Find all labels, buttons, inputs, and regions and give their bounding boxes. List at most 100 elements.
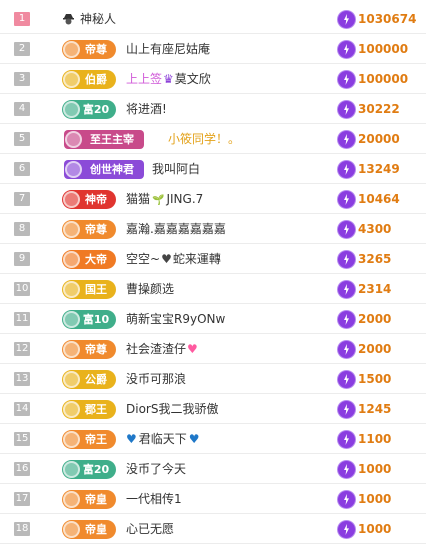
user-name-text-2: JING.7 (166, 192, 204, 206)
user-name: 上上签♛莫文欣 (126, 64, 211, 94)
rank-badge: 6 (14, 162, 30, 176)
user-name: 猫猫 🌱 JING.7 (126, 184, 203, 216)
leaderboard-row[interactable]: 7 神帝 猫猫 🌱 JING.7 10464 (0, 184, 426, 214)
leaderboard-list: 1 神秘人 1030674 2 帝尊 山上有座尼姑庵 100000 3 伯爵 上上签♛莫文欣 100… (0, 4, 426, 544)
leaderboard-row[interactable]: 15 帝王 ♥ 君临天下 ♥ 1100 (0, 424, 426, 454)
badge-emblem-icon (63, 341, 80, 358)
user-name: 没币了今天 (126, 454, 186, 484)
badge-emblem-icon (63, 191, 80, 208)
lightning-coin-icon (338, 251, 355, 268)
level-badge: 国王 (62, 280, 116, 299)
level-badge-label: 富20 (82, 103, 110, 116)
badge-emblem-icon (63, 461, 80, 478)
leaderboard-row[interactable]: 2 帝尊 山上有座尼姑庵 100000 (0, 34, 426, 64)
lightning-coin-icon (338, 371, 355, 388)
user-name-text: DiorS我二我骄傲 (126, 402, 219, 416)
leaderboard-row[interactable]: 10 国王 曹操颜选 2314 (0, 274, 426, 304)
level-badge-label: 公爵 (85, 373, 107, 386)
level-badge-label: 至王主宰 (90, 133, 134, 146)
leaderboard-row[interactable]: 8 帝尊 嘉瀚.嘉嘉嘉嘉嘉嘉 4300 (0, 214, 426, 244)
leaderboard-row[interactable]: 12 帝尊 社会渣渣仔♥ 2000 (0, 334, 426, 364)
lightning-coin-icon (338, 131, 355, 148)
level-badge-label: 创世神君 (90, 163, 134, 176)
rank-badge: 10 (14, 282, 30, 296)
user-name: 社会渣渣仔♥ (126, 334, 198, 364)
user-name-text: 小筱同学！。 (168, 132, 241, 146)
user-name: 曹操颜选 (126, 274, 174, 304)
rank-badge: 2 (14, 42, 30, 56)
lightning-coin-icon (338, 71, 355, 88)
user-name: 将进酒! (126, 94, 167, 124)
heart-icon: ♥ (187, 342, 198, 356)
level-badge: 大帝 (62, 250, 116, 269)
level-badge-label: 国王 (85, 283, 107, 296)
rank-badge: 11 (14, 312, 30, 326)
leaderboard-row[interactable]: 13 公爵 没币可那浪 1500 (0, 364, 426, 394)
rank-badge: 9 (14, 252, 30, 266)
leaderboard-row[interactable]: 11 富10 萌新宝宝R9yONw 2000 (0, 304, 426, 334)
user-name-text: 君临天下 (138, 432, 187, 446)
level-badge: 帝王 (62, 430, 116, 449)
leaderboard-row[interactable]: 18 帝皇 心已无愿 1000 (0, 514, 426, 544)
level-badge-label: 富20 (82, 463, 110, 476)
rank-badge: 12 (14, 342, 30, 356)
badge-emblem-icon (65, 161, 82, 178)
badge-emblem-icon (65, 131, 82, 148)
level-badge: 至王主宰 (64, 130, 144, 149)
badge-emblem-icon (63, 101, 80, 118)
lightning-coin-icon (338, 491, 355, 508)
badge-emblem-icon (63, 311, 80, 328)
user-name-text: 没币了今天 (126, 462, 187, 476)
level-badge-label: 神帝 (85, 193, 107, 206)
level-badge: 帝尊 (62, 340, 116, 359)
level-badge: 神帝 (62, 190, 116, 209)
badge-emblem-icon (63, 221, 80, 238)
leaderboard-row[interactable]: 14 郡王 DiorS我二我骄傲 1245 (0, 394, 426, 424)
coin-amount: 3265 (358, 252, 392, 266)
leaderboard-row[interactable]: 17 帝皇 一代相传1 1000 (0, 484, 426, 514)
user-name-text: 空空~ (126, 252, 161, 266)
coin-amount: 1245 (358, 402, 392, 416)
leaderboard-row[interactable]: 4 富20 将进酒! 30222 (0, 94, 426, 124)
user-name: 一代相传1 (126, 484, 182, 514)
level-badge-label: 大帝 (85, 253, 107, 266)
badge-emblem-icon (63, 401, 80, 418)
user-name-text: 我叫阿白 (152, 162, 201, 176)
leaderboard-row[interactable]: 1 神秘人 1030674 (0, 4, 426, 34)
coin-amount: 1000 (358, 492, 392, 506)
lightning-coin-icon (338, 221, 355, 238)
level-badge: 帝皇 (62, 490, 116, 509)
lightning-coin-icon (338, 101, 355, 118)
rank-badge: 5 (14, 132, 30, 146)
leaderboard-row[interactable]: 6 创世神君 我叫阿白 13249 (0, 154, 426, 184)
coin-amount: 13249 (358, 162, 400, 176)
user-name: 小筱同学！。 (168, 124, 240, 154)
user-name-text-2: 蛇来運轉 (172, 252, 221, 266)
coin-amount: 1100 (358, 432, 392, 446)
badge-emblem-icon (63, 521, 80, 538)
lightning-coin-icon (338, 191, 355, 208)
level-badge-label: 帝尊 (85, 223, 107, 236)
user-name-text: 嘉瀚.嘉嘉嘉嘉嘉嘉 (126, 222, 226, 236)
leaderboard-row[interactable]: 9 大帝 空空~♥蛇来運轉 3265 (0, 244, 426, 274)
user-name: ♥ 君临天下 ♥ (126, 424, 200, 454)
user-name: 嘉瀚.嘉嘉嘉嘉嘉嘉 (126, 214, 226, 244)
leaderboard-row[interactable]: 3 伯爵 上上签♛莫文欣 100000 (0, 64, 426, 94)
leaderboard-row[interactable]: 16 富20 没币了今天 1000 (0, 454, 426, 484)
level-badge-label: 帝皇 (85, 493, 107, 506)
heart-icon: ♥ (126, 432, 137, 446)
level-badge-label: 伯爵 (85, 73, 107, 86)
coin-amount: 100000 (358, 72, 409, 86)
level-badge: 富10 (62, 310, 116, 329)
rank-badge: 8 (14, 222, 30, 236)
user-name: 心已无愿 (126, 514, 174, 544)
lightning-coin-icon (338, 521, 355, 538)
lightning-coin-icon (338, 311, 355, 328)
rank-badge: 13 (14, 372, 30, 386)
badge-emblem-icon (63, 41, 80, 58)
level-badge: 帝尊 (62, 40, 116, 59)
user-name-text: 将进酒! (126, 102, 167, 116)
user-name: 我叫阿白 (152, 154, 200, 184)
user-name-text: 社会渣渣仔 (126, 342, 187, 356)
leaderboard-row[interactable]: 5 至王主宰 小筱同学！。 20000 (0, 124, 426, 154)
